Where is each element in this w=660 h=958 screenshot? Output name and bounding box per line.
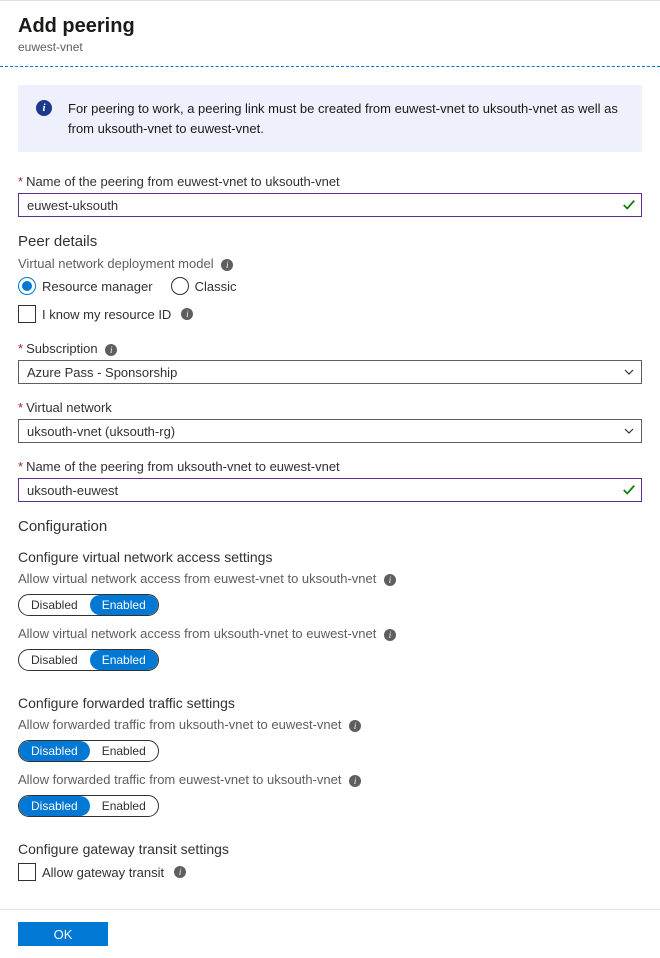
radio-icon (171, 277, 189, 295)
page-subtitle: euwest-vnet (18, 40, 642, 54)
chevron-down-icon (623, 425, 635, 437)
forwarded-1-toggle[interactable]: Disabled Enabled (18, 740, 159, 762)
peering-name-1-label: *Name of the peering from euwest-vnet to… (18, 174, 642, 189)
toggle-disabled[interactable]: Disabled (19, 796, 90, 816)
gateway-settings-heading: Configure gateway transit settings (18, 841, 642, 857)
deployment-model-label: Virtual network deployment model i (18, 256, 642, 271)
deployment-model-rm-radio[interactable]: Resource manager (18, 277, 153, 295)
allow-gateway-transit-checkbox[interactable]: Allow gateway transit i (18, 863, 186, 881)
help-icon[interactable]: i (105, 344, 117, 356)
info-banner: i For peering to work, a peering link mu… (18, 85, 642, 152)
peering-name-2-input[interactable] (18, 478, 642, 502)
forwarded-2-toggle[interactable]: Disabled Enabled (18, 795, 159, 817)
checkbox-icon (18, 305, 36, 323)
toggle-disabled[interactable]: Disabled (19, 741, 90, 761)
forwarded-2-label: Allow forwarded traffic from euwest-vnet… (18, 772, 642, 787)
info-icon: i (36, 100, 52, 116)
toggle-disabled[interactable]: Disabled (19, 595, 90, 615)
help-icon[interactable]: i (221, 259, 233, 271)
radio-icon (18, 277, 36, 295)
validation-check-icon (622, 198, 636, 212)
help-icon[interactable]: i (181, 308, 193, 320)
toggle-disabled[interactable]: Disabled (19, 650, 90, 670)
help-icon[interactable]: i (174, 866, 186, 878)
chevron-down-icon (623, 366, 635, 378)
subscription-label: *Subscription i (18, 341, 642, 356)
forwarded-1-label: Allow forwarded traffic from uksouth-vne… (18, 717, 642, 732)
subscription-select[interactable]: Azure Pass - Sponsorship (18, 360, 642, 384)
help-icon[interactable]: i (384, 574, 396, 586)
validation-check-icon (622, 483, 636, 497)
toggle-enabled[interactable]: Enabled (90, 595, 158, 615)
toggle-enabled[interactable]: Enabled (90, 741, 158, 761)
access-settings-heading: Configure virtual network access setting… (18, 549, 642, 565)
access-2-toggle[interactable]: Disabled Enabled (18, 649, 159, 671)
ok-button[interactable]: OK (18, 922, 108, 946)
page-title: Add peering (18, 15, 642, 38)
checkbox-icon (18, 863, 36, 881)
know-resource-id-checkbox[interactable]: I know my resource ID i (18, 305, 193, 323)
toggle-enabled[interactable]: Enabled (90, 650, 158, 670)
virtual-network-select[interactable]: uksouth-vnet (uksouth-rg) (18, 419, 642, 443)
footer: OK (0, 909, 660, 958)
blade-header: Add peering euwest-vnet (0, 0, 660, 60)
access-1-label: Allow virtual network access from euwest… (18, 571, 642, 586)
virtual-network-label: *Virtual network (18, 400, 642, 415)
help-icon[interactable]: i (349, 720, 361, 732)
forwarded-settings-heading: Configure forwarded traffic settings (18, 695, 642, 711)
toggle-enabled[interactable]: Enabled (90, 796, 158, 816)
deployment-model-classic-radio[interactable]: Classic (171, 277, 237, 295)
peering-name-2-label: *Name of the peering from uksouth-vnet t… (18, 459, 642, 474)
help-icon[interactable]: i (349, 775, 361, 787)
peering-name-1-input[interactable] (18, 193, 642, 217)
peer-details-heading: Peer details (18, 233, 642, 250)
help-icon[interactable]: i (384, 629, 396, 641)
info-text: For peering to work, a peering link must… (68, 101, 618, 136)
access-2-label: Allow virtual network access from uksout… (18, 626, 642, 641)
configuration-heading: Configuration (18, 518, 642, 535)
access-1-toggle[interactable]: Disabled Enabled (18, 594, 159, 616)
